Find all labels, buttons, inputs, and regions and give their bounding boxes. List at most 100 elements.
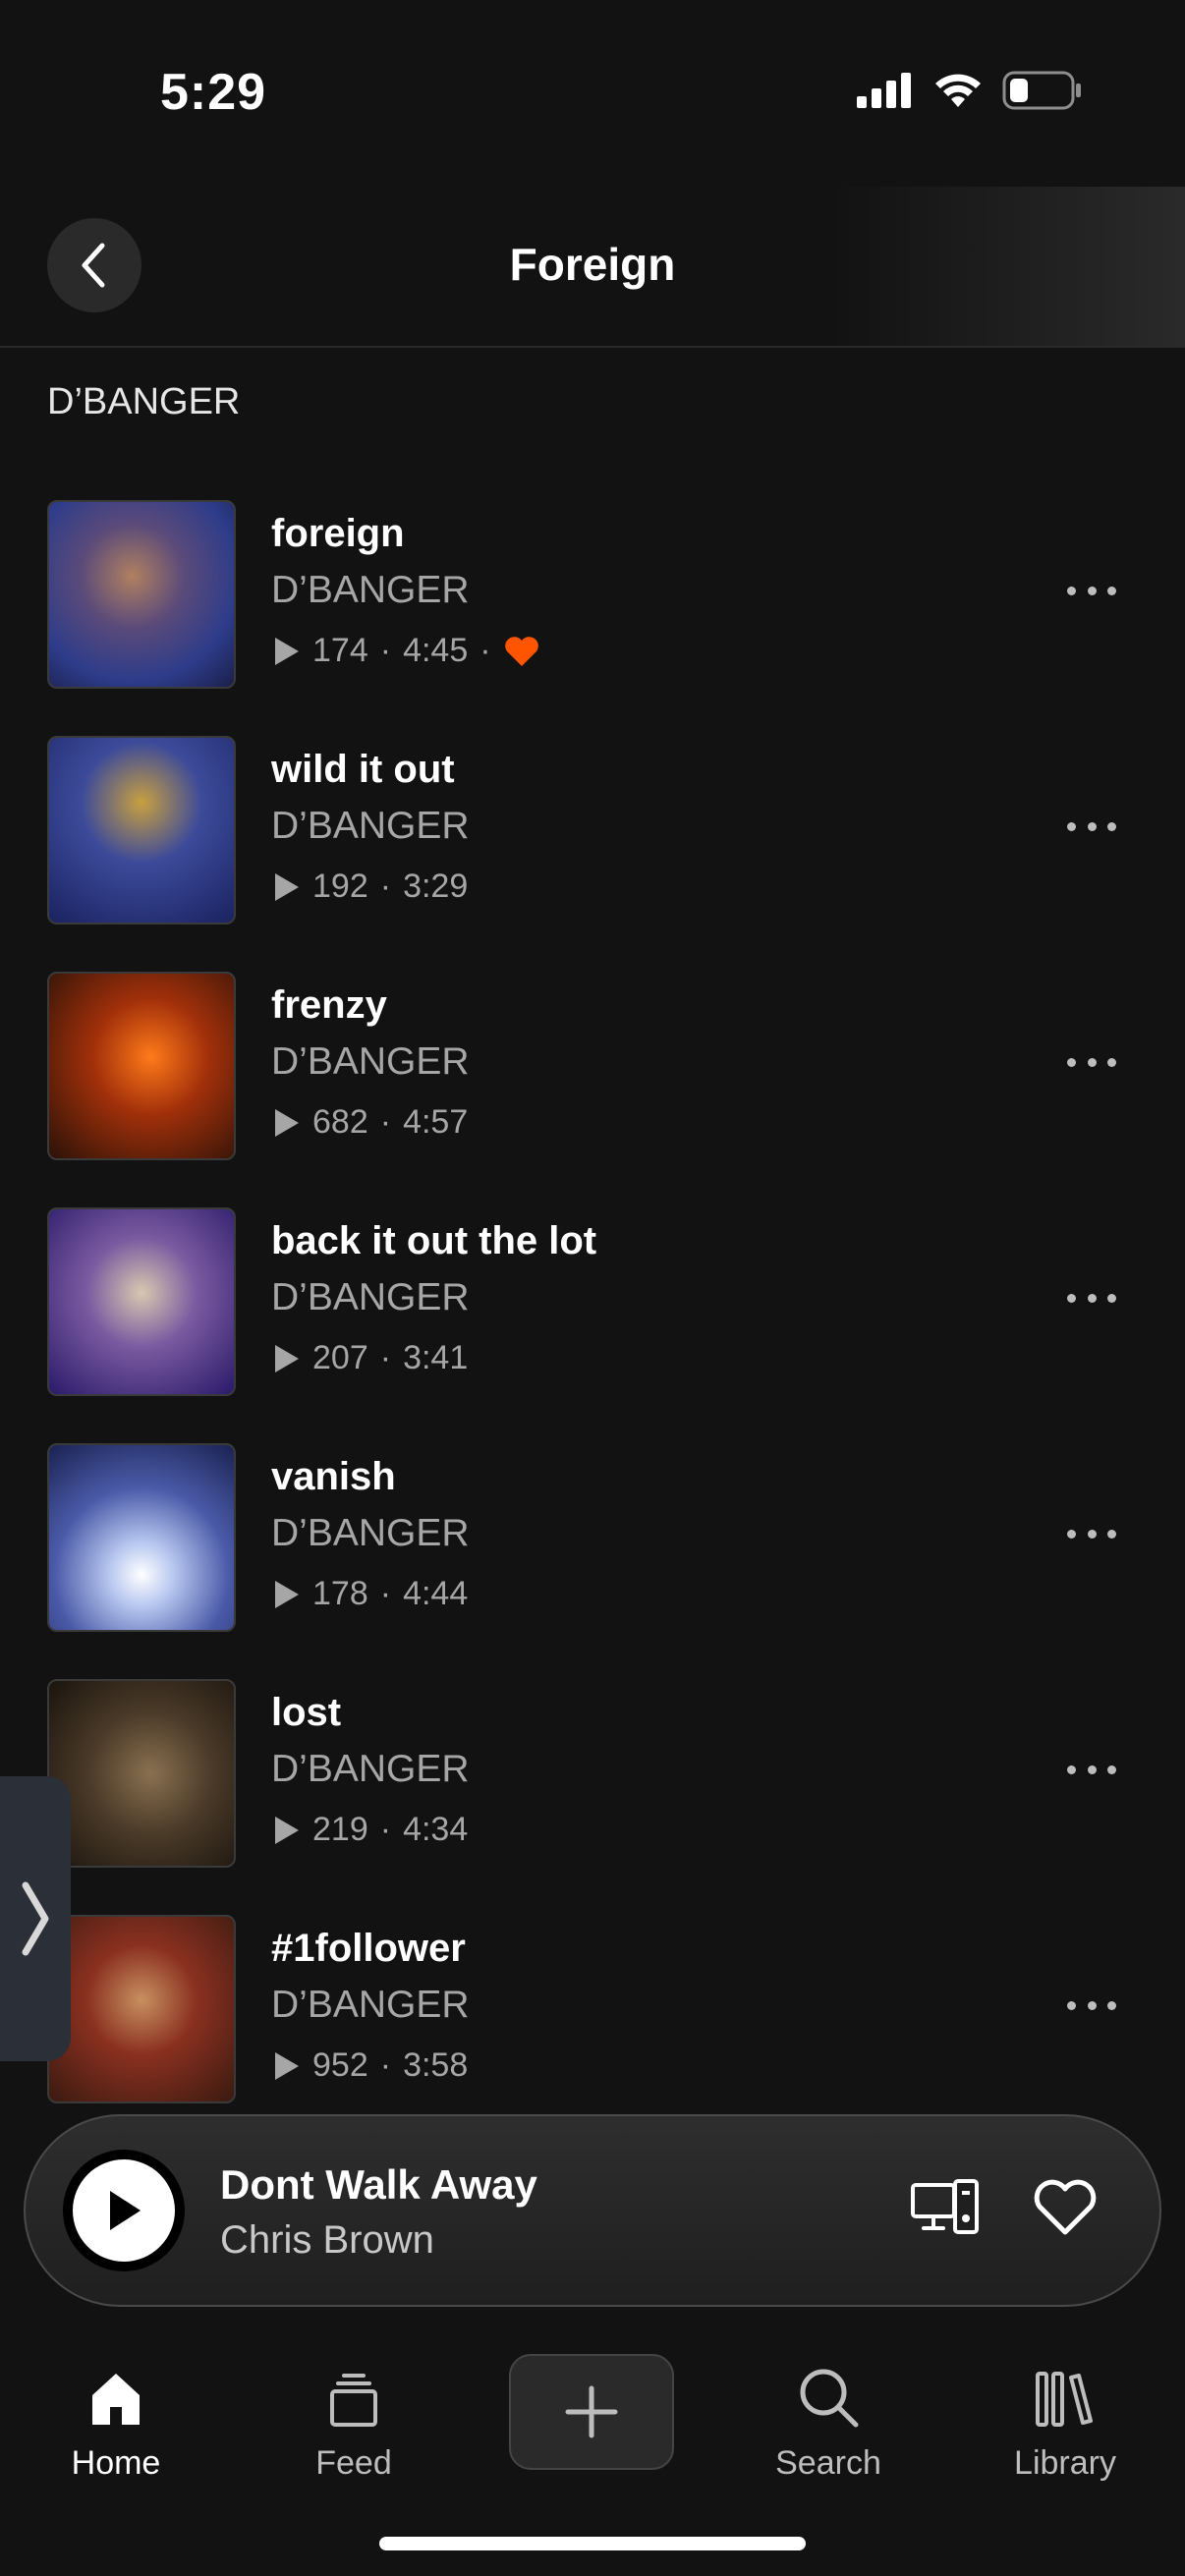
plus-icon xyxy=(565,2385,618,2438)
header: Foreign xyxy=(0,187,1185,348)
separator: · xyxy=(379,2046,392,2084)
feed-icon xyxy=(330,2374,377,2427)
home-icon xyxy=(92,2374,140,2425)
more-options-button[interactable] xyxy=(1067,1050,1116,1074)
devices-button[interactable] xyxy=(910,2177,981,2245)
more-options-button[interactable] xyxy=(1067,1758,1116,1781)
nav-home[interactable]: Home xyxy=(18,2328,214,2483)
track-plays: 682 xyxy=(312,1103,368,1141)
now-playing-title: Dont Walk Away xyxy=(220,2161,537,2208)
nav-library[interactable]: Library xyxy=(967,2328,1163,2483)
track-duration: 4:57 xyxy=(403,1103,469,1141)
status-bar: 5:29 xyxy=(0,0,1185,187)
more-options-button[interactable] xyxy=(1067,1286,1116,1310)
separator: · xyxy=(379,1103,392,1141)
nav-search[interactable]: Search xyxy=(730,2328,927,2483)
chevron-right-icon xyxy=(22,1881,49,1956)
nav-home-label: Home xyxy=(71,2444,161,2482)
track-plays: 952 xyxy=(312,2046,368,2084)
play-count-icon xyxy=(275,1816,299,1844)
mini-player[interactable]: Dont Walk Away Chris Brown xyxy=(24,2114,1161,2307)
separator: · xyxy=(480,632,491,669)
heart-outline-icon xyxy=(1034,2179,1097,2235)
track-duration: 4:44 xyxy=(403,1575,469,1612)
track-title: lost xyxy=(271,1691,342,1734)
track-duration: 3:29 xyxy=(403,868,469,905)
track-row[interactable]: wild it out D’BANGER 192 · 3:29 xyxy=(0,732,1185,968)
more-options-button[interactable] xyxy=(1067,814,1116,838)
status-time: 5:29 xyxy=(160,64,267,121)
track-artist: D’BANGER xyxy=(271,805,470,847)
track-cover xyxy=(47,972,236,1160)
track-row[interactable]: frenzy D’BANGER 682 · 4:57 xyxy=(0,968,1185,1204)
track-row[interactable]: foreign D’BANGER 174 · 4:45 · xyxy=(0,496,1185,732)
play-count-icon xyxy=(275,872,299,901)
track-row[interactable]: lost D’BANGER 219 · 4:34 xyxy=(0,1675,1185,1911)
track-cover xyxy=(47,1207,236,1396)
track-title: frenzy xyxy=(271,983,387,1027)
track-artist: D’BANGER xyxy=(271,1984,470,2026)
track-title: #1follower xyxy=(271,1927,466,1970)
play-count-icon xyxy=(275,1344,299,1372)
artist-section-label: D’BANGER xyxy=(47,381,241,422)
heart-filled-icon xyxy=(504,636,538,666)
play-count-icon xyxy=(275,1580,299,1608)
track-artist: D’BANGER xyxy=(271,1276,470,1318)
more-options-button[interactable] xyxy=(1067,1522,1116,1545)
track-title: back it out the lot xyxy=(271,1219,597,1262)
track-meta: 952 · 3:58 xyxy=(271,2046,468,2085)
play-count-icon xyxy=(275,1108,299,1137)
like-button[interactable] xyxy=(1032,2177,1099,2243)
track-plays: 192 xyxy=(312,868,368,905)
separator: · xyxy=(379,1811,392,1848)
track-artist: D’BANGER xyxy=(271,1748,470,1790)
battery-icon xyxy=(1002,71,1081,110)
track-plays: 178 xyxy=(312,1575,368,1612)
play-count-icon xyxy=(275,637,299,665)
create-button[interactable] xyxy=(509,2354,674,2470)
track-list: foreign D’BANGER 174 · 4:45 · wild it ou… xyxy=(0,496,1185,2147)
library-icon xyxy=(1036,2372,1093,2427)
track-meta: 192 · 3:29 xyxy=(271,868,468,906)
status-icons xyxy=(857,71,1083,110)
separator: · xyxy=(379,632,392,669)
track-artist: D’BANGER xyxy=(271,1512,470,1554)
track-cover xyxy=(47,1679,236,1868)
play-icon xyxy=(110,2191,141,2230)
track-plays: 174 xyxy=(312,632,368,669)
track-artist: D’BANGER xyxy=(271,569,470,611)
home-indicator xyxy=(379,2537,806,2550)
play-count-icon xyxy=(275,2051,299,2080)
track-row[interactable]: #1follower D’BANGER 952 · 3:58 xyxy=(0,1911,1185,2147)
track-meta: 682 · 4:57 xyxy=(271,1103,468,1142)
wifi-icon xyxy=(935,74,981,107)
track-cover xyxy=(47,1915,236,2103)
separator: · xyxy=(379,1575,392,1612)
devices-icon xyxy=(911,2179,979,2234)
side-panel-tab[interactable] xyxy=(0,1776,71,2061)
more-options-button[interactable] xyxy=(1067,579,1116,602)
track-plays: 219 xyxy=(312,1811,368,1848)
track-row[interactable]: vanish D’BANGER 178 · 4:44 xyxy=(0,1439,1185,1675)
track-duration: 3:58 xyxy=(403,2046,469,2084)
nav-feed-label: Feed xyxy=(315,2444,392,2482)
track-title: wild it out xyxy=(271,748,455,791)
separator: · xyxy=(379,868,392,905)
track-row[interactable]: back it out the lot D’BANGER 207 · 3:41 xyxy=(0,1204,1185,1439)
track-meta: 207 · 3:41 xyxy=(271,1339,468,1377)
track-duration: 4:34 xyxy=(403,1811,469,1848)
track-duration: 3:41 xyxy=(403,1339,469,1376)
track-title: foreign xyxy=(271,512,405,555)
nav-library-label: Library xyxy=(1014,2444,1116,2482)
signal-icon xyxy=(857,73,911,108)
track-meta: 174 · 4:45 · xyxy=(271,632,540,670)
nav-search-label: Search xyxy=(775,2444,881,2482)
separator: · xyxy=(379,1339,392,1376)
more-options-button[interactable] xyxy=(1067,1993,1116,2017)
track-meta: 219 · 4:34 xyxy=(271,1811,468,1849)
now-playing-artist: Chris Brown xyxy=(220,2218,434,2262)
play-button[interactable] xyxy=(63,2150,185,2271)
page-title: Foreign xyxy=(509,239,676,290)
search-icon xyxy=(800,2369,859,2428)
nav-feed[interactable]: Feed xyxy=(255,2328,452,2483)
